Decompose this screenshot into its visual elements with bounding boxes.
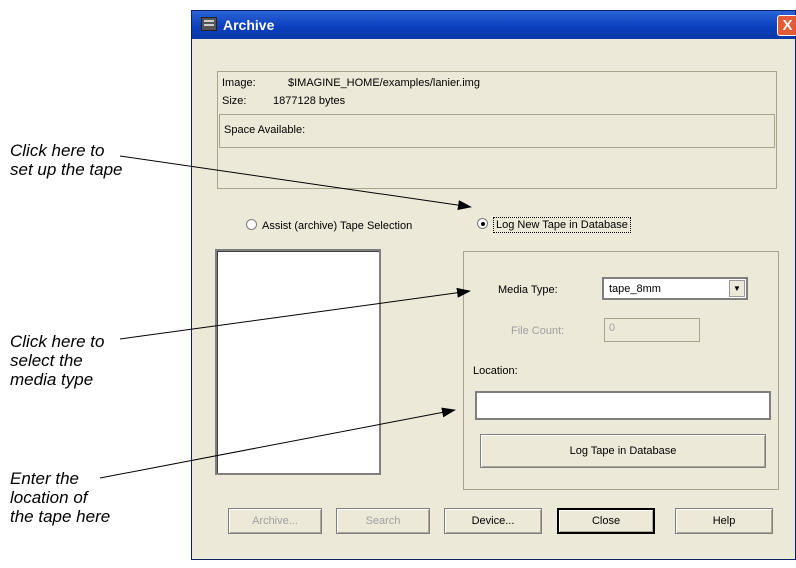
arrow-media-type (119, 287, 471, 340)
arrow-setup-tape (119, 155, 472, 211)
arrow-location (99, 407, 456, 479)
annotation-arrows (99, 155, 472, 479)
